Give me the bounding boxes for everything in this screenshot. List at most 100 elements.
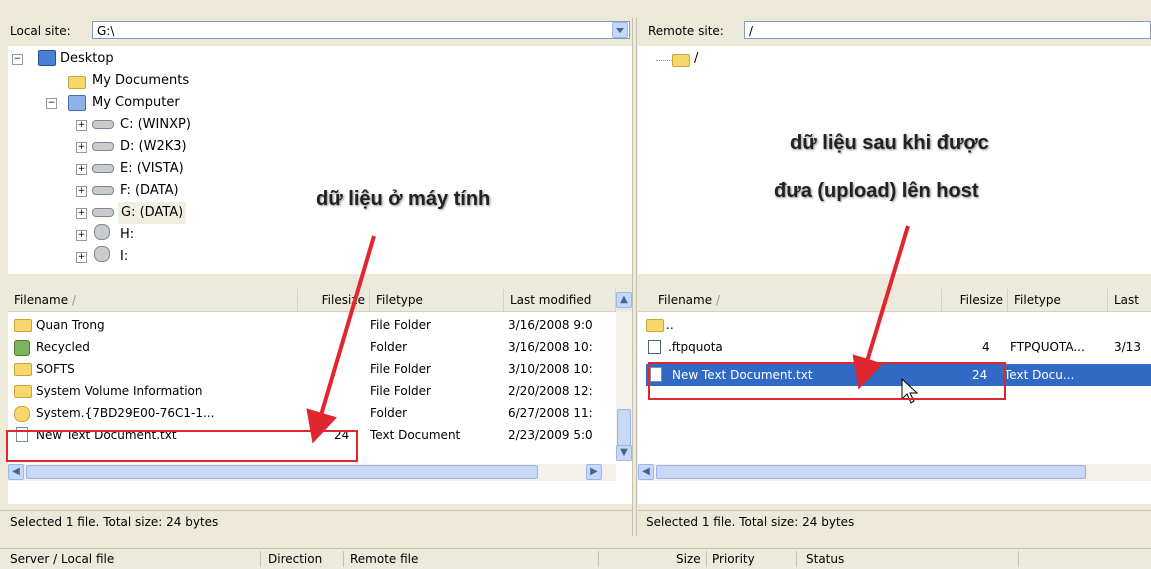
- remote-site-path: /: [749, 24, 754, 38]
- queue-header: Server / Local file Direction Remote fil…: [0, 548, 1151, 569]
- queue-column-status[interactable]: Status: [806, 549, 844, 569]
- remote-site-bar: Remote site: /: [638, 18, 1151, 44]
- local-status-bar: Selected 1 file. Total size: 24 bytes: [0, 510, 632, 533]
- tree-item-my-computer[interactable]: My Computer: [92, 92, 180, 114]
- tree-item-drive-d[interactable]: D: (W2K3): [120, 136, 187, 158]
- local-file-list[interactable]: Filename / Filesize Filetype Last modifi…: [8, 289, 632, 504]
- local-site-dropdown-button[interactable]: [612, 22, 628, 38]
- scroll-up-button[interactable]: ▲: [616, 292, 632, 308]
- tree-item-drive-h[interactable]: H:: [120, 224, 134, 246]
- annotation-local-label: dữ liệu ở máy tính: [316, 188, 491, 210]
- list-item[interactable]: Quan Trong File Folder 3/16/2008 9:0: [8, 314, 616, 336]
- computer-icon: [68, 95, 86, 111]
- remote-site-input[interactable]: /: [744, 21, 1151, 39]
- highlight-box-local-file: [6, 430, 358, 462]
- column-header-filesize[interactable]: Filesize: [942, 289, 1008, 311]
- scroll-thumb[interactable]: [617, 409, 631, 449]
- queue-column-divider: [706, 551, 707, 567]
- expand-icon[interactable]: +: [76, 186, 87, 197]
- horizontal-scrollbar[interactable]: ◀: [638, 464, 1151, 481]
- column-header-last-modified[interactable]: Last modified: [504, 289, 616, 311]
- vertical-scrollbar[interactable]: ▼: [616, 311, 632, 461]
- folder-icon: [68, 76, 86, 89]
- drive-icon: [92, 120, 114, 129]
- system-folder-icon: [14, 406, 30, 422]
- horizontal-scrollbar[interactable]: ◀ ▶: [8, 464, 616, 481]
- scroll-thumb[interactable]: [26, 465, 538, 479]
- column-header-filetype[interactable]: Filetype: [370, 289, 504, 311]
- local-site-input[interactable]: G:\: [92, 21, 630, 39]
- tree-connector: [656, 60, 672, 61]
- annotation-remote-label-line1: dữ liệu sau khi được: [790, 132, 989, 154]
- network-drive-icon: [94, 246, 110, 262]
- scroll-left-button[interactable]: ◀: [8, 464, 24, 480]
- highlight-box-remote-file: [648, 362, 1006, 400]
- queue-column-local-file[interactable]: Server / Local file: [10, 549, 114, 569]
- queue-column-direction[interactable]: Direction: [268, 549, 322, 569]
- local-site-label: Local site:: [10, 24, 71, 38]
- folder-icon: [14, 363, 32, 376]
- list-item[interactable]: .ftpquota 4 FTPQUOTA... 3/13: [638, 336, 1151, 358]
- remote-tree-panel[interactable]: /: [638, 46, 1151, 274]
- list-item[interactable]: SOFTS File Folder 3/10/2008 10:: [8, 358, 616, 380]
- local-site-path: G:\: [97, 24, 115, 38]
- column-header-filename[interactable]: Filename /: [8, 289, 298, 311]
- queue-column-remote-file[interactable]: Remote file: [350, 549, 418, 569]
- queue-column-divider: [796, 551, 797, 567]
- tree-item-drive-f[interactable]: F: (DATA): [120, 180, 179, 202]
- ftpquota-file-icon: [648, 340, 661, 354]
- remote-file-list-header: Filename / Filesize Filetype Last: [638, 289, 1151, 312]
- collapse-icon[interactable]: −: [46, 98, 57, 109]
- local-tree-panel[interactable]: − Desktop My Documents − My Computer + C…: [8, 46, 632, 274]
- list-item[interactable]: System.{7BD29E00-76C1-1... Folder 6/27/2…: [8, 402, 616, 424]
- column-header-filename[interactable]: Filename /: [638, 289, 942, 311]
- scroll-thumb[interactable]: [656, 465, 1086, 479]
- queue-column-divider: [343, 551, 344, 567]
- expand-icon[interactable]: +: [76, 120, 87, 131]
- expand-icon[interactable]: +: [76, 142, 87, 153]
- tree-item-drive-c[interactable]: C: (WINXP): [120, 114, 191, 136]
- collapse-icon[interactable]: −: [12, 54, 23, 65]
- tree-item-drive-g[interactable]: G: (DATA): [118, 202, 187, 224]
- list-item[interactable]: System Volume Information File Folder 2/…: [8, 380, 616, 402]
- queue-column-divider: [260, 551, 261, 567]
- scroll-left-button[interactable]: ◀: [638, 464, 654, 480]
- queue-column-size[interactable]: Size: [676, 549, 701, 569]
- drive-icon: [92, 208, 114, 217]
- tree-item-desktop[interactable]: Desktop: [60, 48, 114, 70]
- annotation-remote-label-line2: đưa (upload) lên host: [774, 180, 979, 202]
- list-item[interactable]: ..: [638, 314, 1151, 336]
- scroll-down-button[interactable]: ▼: [616, 445, 632, 461]
- remote-site-label: Remote site:: [648, 24, 724, 38]
- drive-icon: [92, 142, 114, 151]
- remote-status-text: Selected 1 file. Total size: 24 bytes: [646, 515, 855, 529]
- expand-icon[interactable]: +: [76, 208, 87, 219]
- folder-icon: [14, 319, 32, 332]
- list-item[interactable]: Recycled Folder 3/16/2008 10:: [8, 336, 616, 358]
- local-file-list-header: Filename / Filesize Filetype Last modifi…: [8, 289, 632, 312]
- pane-splitter[interactable]: [632, 18, 637, 536]
- drive-icon: [92, 164, 114, 173]
- column-header-filetype[interactable]: Filetype: [1008, 289, 1108, 311]
- queue-column-priority[interactable]: Priority: [712, 549, 755, 569]
- scroll-right-button[interactable]: ▶: [586, 464, 602, 480]
- expand-icon[interactable]: +: [76, 164, 87, 175]
- folder-icon: [646, 319, 664, 332]
- drive-icon: [92, 186, 114, 195]
- folder-icon: [14, 385, 32, 398]
- expand-icon[interactable]: +: [76, 252, 87, 263]
- tree-item-my-documents[interactable]: My Documents: [92, 70, 189, 92]
- tree-item-root[interactable]: /: [694, 48, 698, 70]
- tree-item-drive-e[interactable]: E: (VISTA): [120, 158, 184, 180]
- local-status-text: Selected 1 file. Total size: 24 bytes: [10, 515, 219, 529]
- desktop-icon: [38, 50, 56, 66]
- expand-icon[interactable]: +: [76, 230, 87, 241]
- tree-item-drive-i[interactable]: I:: [120, 246, 128, 268]
- recycle-icon: [14, 340, 30, 356]
- local-site-bar: Local site: G:\: [0, 18, 632, 44]
- remote-status-bar: Selected 1 file. Total size: 24 bytes: [638, 510, 1151, 533]
- column-header-last-modified[interactable]: Last: [1108, 289, 1151, 311]
- column-header-filesize[interactable]: Filesize: [298, 289, 370, 311]
- folder-icon: [672, 54, 690, 67]
- queue-column-divider: [1018, 551, 1019, 567]
